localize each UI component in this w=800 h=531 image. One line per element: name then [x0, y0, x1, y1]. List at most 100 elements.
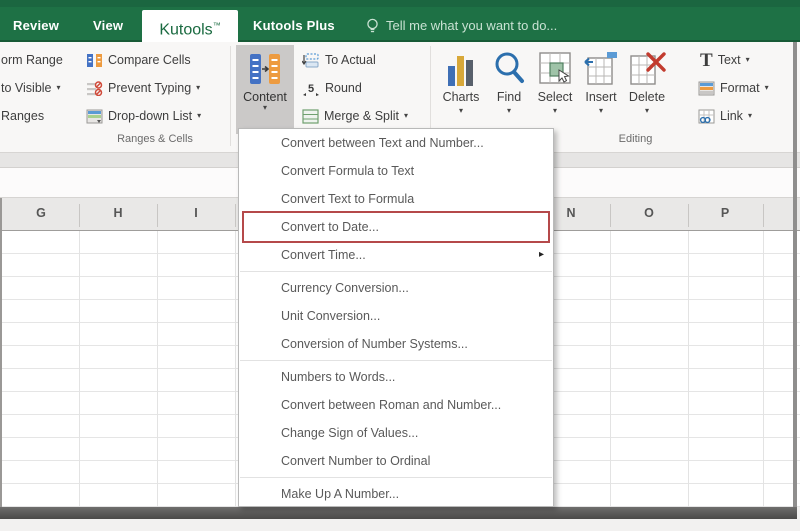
titlebar-edge	[0, 0, 800, 7]
round-icon: 5	[303, 83, 319, 96]
content-button-label: Content	[243, 90, 287, 104]
convert-time-label: Convert Time...	[281, 248, 366, 262]
sheet-left-edge	[0, 198, 2, 519]
tab-view[interactable]: View	[93, 12, 123, 40]
lightbulb-icon	[367, 18, 378, 33]
insert-label: Insert	[585, 90, 617, 104]
charts-icon	[448, 56, 473, 86]
link-icon	[698, 109, 715, 123]
ribbon-item-form-range[interactable]: orm Range	[1, 51, 63, 69]
format-icon	[698, 81, 715, 95]
ribbon-item-merge-split[interactable]: Merge & Split ▾	[302, 107, 408, 125]
menu-item-convert-to-date[interactable]: Convert to Date...	[239, 211, 553, 243]
select-label: Select	[537, 90, 573, 104]
charts-button[interactable]: Charts ▾	[434, 50, 488, 115]
column-header-h[interactable]: H	[103, 206, 133, 220]
merge-split-icon	[302, 108, 319, 124]
tab-review[interactable]: Review	[13, 12, 59, 40]
tab-kutools-plus[interactable]: Kutools Plus	[253, 12, 335, 40]
delete-icon	[630, 52, 666, 85]
search-icon	[495, 52, 524, 83]
menu-item-convert-text-to-formula[interactable]: Convert Text to Formula	[239, 185, 553, 213]
menu-item-convert-formula-to-text[interactable]: Convert Formula to Text	[239, 157, 553, 185]
chevron-down-icon: ▾	[197, 111, 202, 120]
column-divider	[157, 204, 158, 227]
group-label-ranges-cells: Ranges & Cells	[117, 133, 193, 145]
tab-kutools-active[interactable]: Kutools™	[142, 10, 238, 42]
menu-item-unit-conversion[interactable]: Unit Conversion...	[239, 302, 553, 330]
find-button[interactable]: Find ▾	[488, 50, 530, 115]
chevron-down-icon: ▾	[56, 83, 61, 92]
to-actual-label: To Actual	[325, 53, 376, 67]
grid-column-line	[79, 231, 80, 507]
menu-item-roman-number[interactable]: Convert between Roman and Number...	[239, 391, 553, 419]
select-button[interactable]: Select ▾	[532, 50, 578, 115]
find-label: Find	[496, 90, 522, 104]
submenu-arrow-icon: ▸	[538, 249, 544, 260]
to-actual-icon	[302, 52, 319, 67]
convert-to-date-label: Convert to Date...	[281, 220, 379, 234]
ribbon-item-text[interactable]: T Text ▾	[700, 51, 750, 70]
group-label-editing: Editing	[618, 133, 653, 145]
menu-item-numbers-to-words[interactable]: Numbers to Words...	[239, 363, 553, 391]
column-header-p[interactable]: P	[710, 206, 740, 220]
menu-item-change-sign[interactable]: Change Sign of Values...	[239, 419, 553, 447]
select-icon	[539, 52, 571, 84]
chevron-down-icon: ▾	[747, 111, 752, 120]
round-label: Round	[325, 81, 362, 95]
menu-item-number-to-ordinal[interactable]: Convert Number to Ordinal	[239, 447, 553, 475]
dropdown-list-label: Drop-down List	[108, 109, 193, 123]
column-header-o[interactable]: O	[634, 206, 664, 220]
ribbon-group-separator	[230, 46, 231, 146]
grid-column-line	[610, 231, 611, 507]
menu-item-convert-text-number[interactable]: Convert between Text and Number...	[239, 129, 553, 157]
delete-button[interactable]: Delete ▾	[624, 50, 670, 115]
grid-column-line	[688, 231, 689, 507]
chevron-down-icon: ▾	[458, 106, 463, 115]
column-header-n[interactable]: N	[556, 206, 586, 220]
insert-button[interactable]: Insert ▾	[580, 50, 622, 115]
grid-column-line	[235, 231, 236, 507]
column-divider	[610, 204, 611, 227]
tell-me-label: Tell me what you want to do...	[386, 18, 558, 33]
chevron-down-icon: ▾	[598, 106, 603, 115]
tell-me-box[interactable]: Tell me what you want to do...	[366, 12, 557, 40]
column-header-g[interactable]: G	[26, 206, 56, 220]
to-visible-label: to Visible	[1, 81, 52, 95]
merge-split-label: Merge & Split	[324, 109, 400, 123]
column-header-i[interactable]: I	[181, 206, 211, 220]
delete-label: Delete	[628, 90, 666, 104]
ribbon-item-format[interactable]: Format ▾	[698, 79, 769, 97]
menu-item-currency-conversion[interactable]: Currency Conversion...	[239, 274, 553, 302]
dropdown-list-icon	[86, 109, 103, 123]
chevron-down-icon: ▾	[552, 106, 557, 115]
ribbon-item-dropdown-list[interactable]: Drop-down List ▾	[86, 107, 201, 125]
column-divider	[688, 204, 689, 227]
ribbon-item-prevent-typing[interactable]: Prevent Typing ▾	[86, 79, 200, 97]
charts-label: Charts	[442, 90, 480, 104]
ribbon-item-compare-cells[interactable]: Compare Cells	[86, 51, 191, 69]
tab-kutools-label: Kutools	[159, 21, 213, 39]
ribbon-item-to-actual[interactable]: To Actual	[302, 51, 376, 69]
window-right-border	[793, 42, 797, 519]
trademark-symbol: ™	[212, 21, 221, 30]
grid-column-line	[157, 231, 158, 507]
menu-item-number-systems[interactable]: Conversion of Number Systems...	[239, 330, 553, 358]
content-dropdown-menu: Convert between Text and Number... Conve…	[238, 128, 554, 507]
format-label: Format	[720, 81, 760, 95]
prevent-typing-icon	[87, 80, 103, 96]
ribbon-item-round[interactable]: 5 Round	[302, 79, 362, 97]
menu-item-make-up-number[interactable]: Make Up A Number...	[239, 480, 553, 508]
content-button[interactable]: Content ▾	[236, 45, 294, 134]
insert-icon	[584, 52, 617, 85]
chevron-down-icon: ▾	[262, 103, 267, 112]
column-divider	[235, 204, 236, 227]
ribbon-item-to-visible[interactable]: to Visible ▾	[1, 79, 61, 97]
chevron-down-icon: ▾	[764, 83, 769, 92]
svg-text:5: 5	[308, 83, 314, 95]
column-divider	[763, 204, 764, 227]
ribbon-item-ranges[interactable]: Ranges	[1, 107, 44, 125]
text-label: Text	[717, 53, 741, 67]
ribbon-item-link[interactable]: Link ▾	[698, 107, 752, 125]
menu-item-convert-time[interactable]: Convert Time... ▸	[239, 241, 553, 269]
